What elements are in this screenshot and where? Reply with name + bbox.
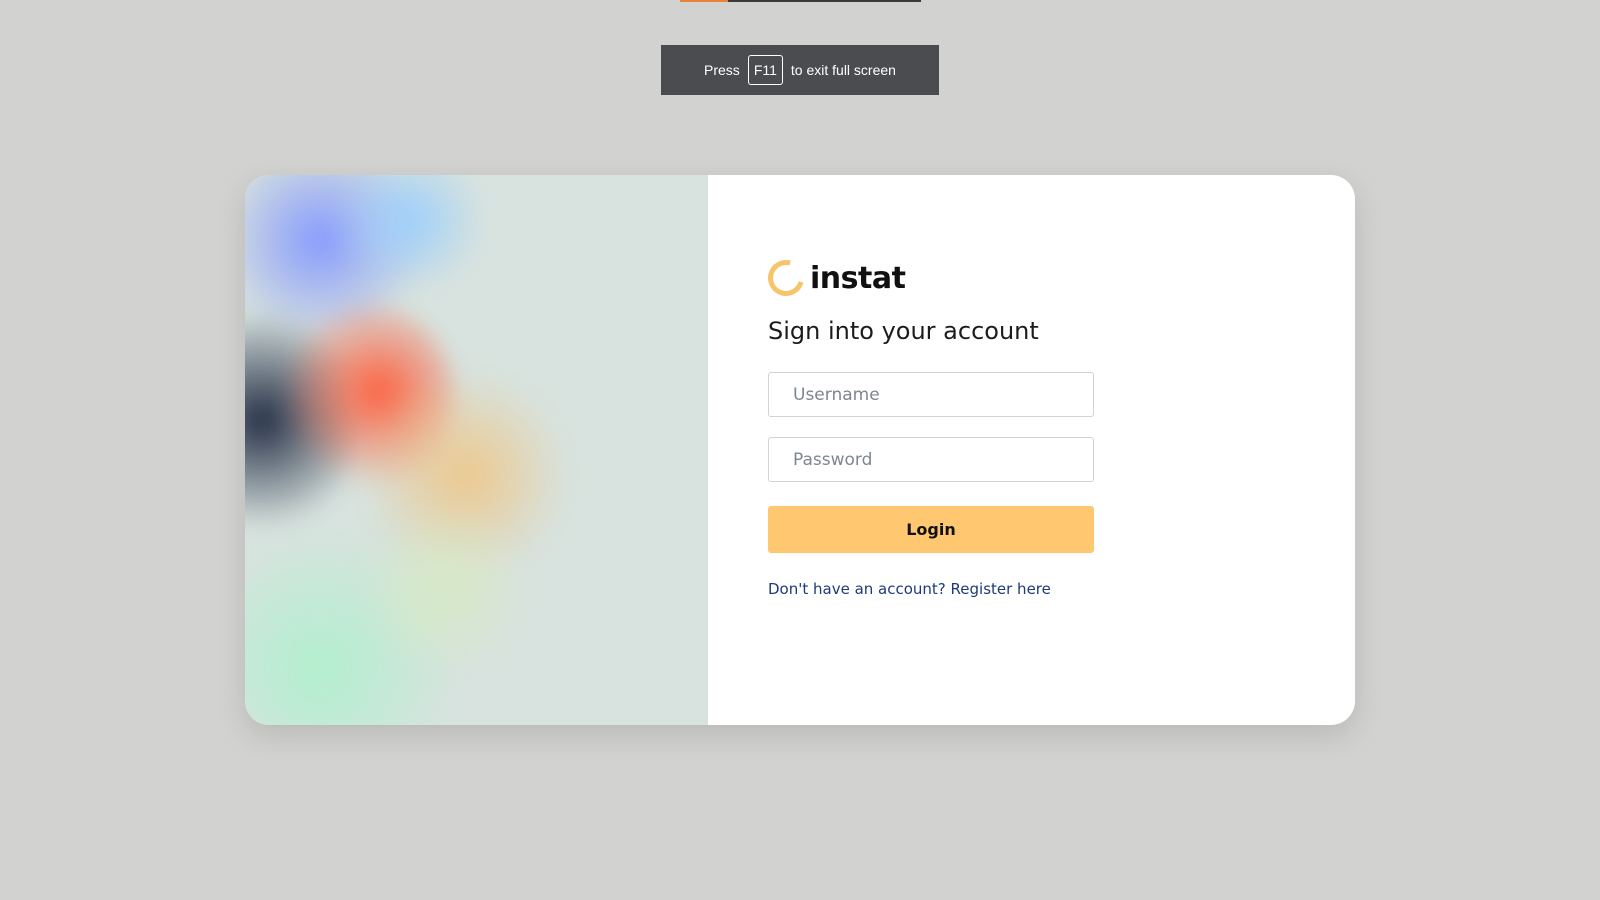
page-title: Sign into your account [768,317,1039,345]
page-load-progress [680,0,921,2]
brand-name: instat [810,260,906,296]
page-load-progress-fill [680,0,729,2]
fullscreen-notice-prefix: Press [704,62,740,78]
ring-logo-icon [761,253,811,303]
login-card: instat Sign into your account Login Don'… [245,175,1355,725]
gradient-artwork [245,175,708,725]
fullscreen-exit-notice: Press F11 to exit full screen [661,45,939,95]
password-input[interactable] [768,437,1094,482]
register-link[interactable]: Don't have an account? Register here [768,580,1094,598]
username-input[interactable] [768,372,1094,417]
f11-key-badge: F11 [747,55,783,85]
login-form: instat Sign into your account Login Don'… [761,253,1094,598]
art-blob-yellowgreen [355,505,535,675]
fullscreen-notice-suffix: to exit full screen [790,62,896,78]
brand-logo: instat [761,253,1094,303]
login-button[interactable]: Login [768,506,1094,553]
